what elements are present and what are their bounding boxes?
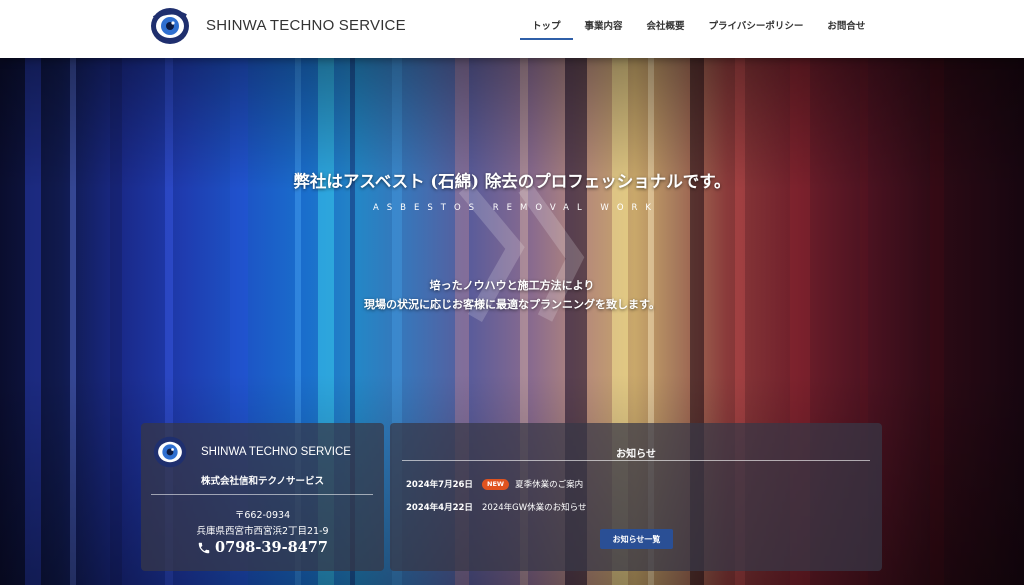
news-item[interactable]: 2024年7月26日 NEW 夏季休業のご案内 — [406, 477, 583, 491]
news-title: お知らせ — [616, 449, 656, 460]
nav-item-privacy[interactable]: プライバシーポリシー — [697, 0, 816, 40]
phone-number[interactable]: 0798-39-8477 — [141, 539, 384, 556]
hero-text-line-1: 培ったノウハウと施工方法により — [429, 279, 595, 292]
main-nav: トップ 事業内容 会社概要 プライバシーポリシー お問合せ — [520, 0, 877, 58]
brand-name[interactable]: SHINWA TECHNO SERVICE — [206, 17, 406, 34]
company-info-panel: SHINWA TECHNO SERVICE 株式会社信和テクノサービス 〒662… — [141, 423, 384, 571]
news-date: 2024年7月26日 — [406, 480, 473, 490]
news-date: 2024年4月22日 — [406, 503, 473, 513]
phone-icon — [198, 542, 210, 553]
news-link[interactable]: 夏季休業のご案内 — [515, 478, 583, 490]
divider — [151, 494, 373, 495]
hero-subtitle: ASBESTOS REMOVAL WORK — [372, 203, 660, 213]
postal-code: 〒662-0934 — [234, 510, 291, 521]
news-list-button[interactable]: お知らせ一覧 — [600, 529, 673, 549]
new-badge: NEW — [482, 478, 510, 490]
eye-logo-icon — [153, 436, 187, 468]
news-panel: お知らせ 2024年7月26日 NEW 夏季休業のご案内 2024年4月22日 … — [390, 423, 882, 571]
nav-item-top[interactable]: トップ — [520, 0, 573, 40]
phone-number-text: 0798-39-8477 — [215, 539, 328, 556]
hero-text-line-2: 現場の状況に応じお客様に最適なプランニングを致します。 — [364, 298, 660, 311]
company-brand: SHINWA TECHNO SERVICE — [201, 446, 351, 458]
divider — [402, 460, 870, 461]
company-name: 株式会社信和テクノサービス — [201, 476, 324, 487]
news-item[interactable]: 2024年4月22日 2024年GW休業のお知らせ — [406, 500, 586, 514]
eye-logo-icon[interactable] — [150, 6, 190, 46]
company-address: 兵庫県西宮市西宮浜2丁目21-9 — [196, 526, 329, 537]
nav-item-company[interactable]: 会社概要 — [635, 0, 697, 40]
site-header: SHINWA TECHNO SERVICE トップ 事業内容 会社概要 プライバ… — [0, 0, 1024, 58]
nav-item-contact[interactable]: お問合せ — [815, 0, 877, 40]
nav-item-services[interactable]: 事業内容 — [573, 0, 635, 40]
hero-title: 弊社はアスベスト (石綿) 除去のプロフェッショナルです。 — [293, 172, 731, 191]
news-link[interactable]: 2024年GW休業のお知らせ — [482, 501, 586, 513]
